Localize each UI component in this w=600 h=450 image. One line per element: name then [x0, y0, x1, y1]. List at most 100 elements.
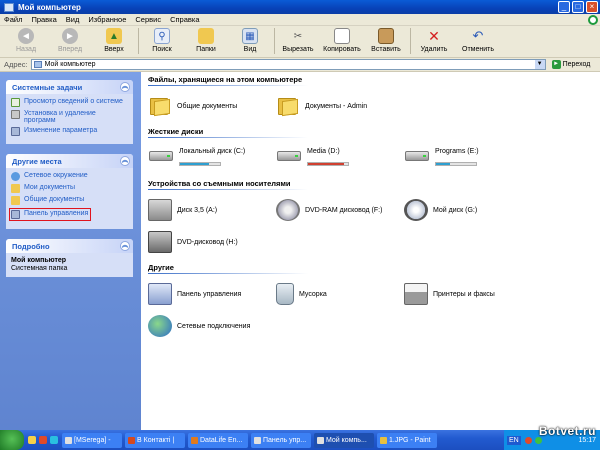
app-icon — [65, 436, 72, 444]
copy-icon — [334, 28, 350, 44]
item-my-disk-g[interactable]: Мой диск (G:) — [404, 196, 532, 224]
item-control-panel[interactable]: Панель управления — [148, 280, 276, 308]
hard-disk-icon — [404, 146, 430, 168]
title-bar: Мой компьютер _ □ × — [0, 0, 600, 14]
shared-documents-icon — [11, 196, 20, 205]
start-button[interactable] — [0, 430, 24, 450]
undo-button[interactable]: ↶ Отменить — [458, 28, 498, 53]
place-shared-documents[interactable]: Общие документы — [11, 196, 129, 205]
go-button[interactable]: ► Переход — [551, 60, 590, 69]
collapse-chevron-icon[interactable]: ︽ — [120, 82, 130, 92]
up-button[interactable]: ▲ Вверх — [94, 28, 134, 53]
address-input[interactable]: Мой компьютер ▼ — [30, 59, 546, 70]
group-header-removable: Устройства со съемными носителями — [148, 179, 291, 188]
item-printers[interactable]: Принтеры и факсы — [404, 280, 532, 308]
cd-drive-icon — [404, 199, 428, 221]
view-button[interactable]: ▦ Вид — [230, 28, 270, 53]
programs-icon — [11, 110, 20, 119]
task-pane: Системные задачи ︽ Просмотр сведений о с… — [0, 72, 141, 430]
collapse-chevron-icon[interactable]: ︽ — [120, 156, 130, 166]
my-computer-icon — [4, 2, 14, 12]
forward-button[interactable]: ► Вперед — [50, 28, 90, 53]
control-panel-icon — [148, 283, 172, 305]
undo-arrow-icon: ↶ — [472, 28, 484, 43]
item-admin-documents[interactable]: Документы - Admin — [276, 92, 404, 120]
item-drive-e[interactable]: Programs (E:) — [404, 144, 532, 170]
quick-launch-icon[interactable] — [50, 436, 58, 444]
scissors-icon: ✂ — [293, 30, 303, 42]
taskbar: [MSerega] - В Контакті | DataLife En... … — [0, 430, 600, 450]
taskbar-item-active[interactable]: Мой компь... — [314, 432, 374, 448]
taskbar-item[interactable]: 1.JPG - Paint — [377, 432, 437, 448]
item-shared-documents[interactable]: Общие документы — [148, 92, 276, 120]
folder-up-icon: ▲ — [106, 28, 122, 44]
control-panel-small-icon — [11, 210, 20, 219]
collapse-chevron-icon[interactable]: ︽ — [120, 241, 130, 251]
paint-icon — [380, 436, 387, 444]
item-dvd-h[interactable]: DVD-дисковод (H:) — [148, 228, 276, 256]
browser-icon — [191, 436, 198, 444]
task-add-remove-programs[interactable]: Установка и удаление программ — [11, 110, 129, 124]
hard-disk-icon — [276, 146, 302, 168]
delete-x-icon: ✕ — [428, 27, 440, 44]
cut-button[interactable]: ✂ Вырезать — [278, 28, 318, 54]
details-header[interactable]: Подробно ︽ — [6, 239, 133, 253]
details-panel: Подробно ︽ Мой компьютер Системная папка — [6, 239, 133, 277]
dvd-ram-drive-icon — [276, 199, 300, 221]
item-recycle-bin[interactable]: Мусорка — [276, 280, 404, 308]
place-my-documents[interactable]: Мои документы — [11, 184, 129, 193]
task-change-setting[interactable]: Изменение параметра — [11, 127, 129, 136]
chevron-down-icon[interactable]: ▼ — [534, 60, 545, 69]
address-bar: Адрес: Мой компьютер ▼ ► Переход — [0, 58, 600, 72]
item-network-connections[interactable]: Сетевые подключения — [148, 312, 276, 340]
taskbar-item[interactable]: [MSerega] - — [62, 432, 122, 448]
forward-arrow-icon: ► — [62, 28, 78, 44]
back-arrow-icon: ◄ — [18, 28, 34, 44]
tray-icon[interactable] — [524, 436, 532, 444]
item-drive-c[interactable]: Локальный диск (C:) — [148, 144, 276, 170]
task-view-system-info[interactable]: Просмотр сведений о системе — [11, 98, 129, 107]
disk-usage-bar — [179, 162, 221, 166]
clipboard-icon — [378, 28, 394, 44]
quick-launch-icon[interactable] — [39, 436, 47, 444]
content-area: Файлы, хранящиеся на этом компьютере Общ… — [141, 72, 600, 430]
quick-launch — [28, 436, 58, 444]
language-indicator[interactable]: EN — [507, 435, 521, 445]
menu-file[interactable]: Файл — [4, 15, 22, 24]
disk-usage-fill — [180, 163, 209, 165]
network-icon — [11, 172, 20, 181]
place-network[interactable]: Сетевое окружение — [11, 172, 129, 181]
search-button[interactable]: ⚲ Поиск — [142, 28, 182, 53]
place-control-panel[interactable]: Панель управления — [9, 208, 91, 221]
taskbar-item[interactable]: В Контакті | — [125, 432, 185, 448]
quick-launch-icon[interactable] — [28, 436, 36, 444]
minimize-button[interactable]: _ — [558, 1, 570, 13]
other-places-header[interactable]: Другие места ︽ — [6, 154, 133, 168]
system-tasks-panel: Системные задачи ︽ Просмотр сведений о с… — [6, 80, 133, 144]
menu-view[interactable]: Вид — [66, 15, 80, 24]
menu-help[interactable]: Справка — [170, 15, 199, 24]
taskbar-item[interactable]: Панель упр... — [251, 432, 311, 448]
disk-usage-fill — [308, 163, 344, 165]
system-tasks-header[interactable]: Системные задачи ︽ — [6, 80, 133, 94]
network-globe-icon — [148, 315, 172, 337]
taskbar-item[interactable]: DataLife En... — [188, 432, 248, 448]
copy-button[interactable]: Копировать — [322, 28, 362, 53]
control-panel-small-icon — [254, 436, 261, 444]
paste-button[interactable]: Вставить — [366, 28, 406, 53]
close-button[interactable]: × — [586, 1, 598, 13]
item-dvdram-f[interactable]: DVD-RAM дисковод (F:) — [276, 196, 404, 224]
delete-button[interactable]: ✕ Удалить — [414, 27, 454, 54]
maximize-button[interactable]: □ — [572, 1, 584, 13]
menu-favorites[interactable]: Избранное — [88, 15, 126, 24]
back-button[interactable]: ◄ Назад — [6, 28, 46, 53]
folder-icon — [148, 95, 172, 117]
other-places-panel: Другие места ︽ Сетевое окружение Мои док… — [6, 154, 133, 229]
menu-edit[interactable]: Правка — [31, 15, 56, 24]
folders-button[interactable]: Папки — [186, 28, 226, 53]
item-floppy-a[interactable]: Диск 3,5 (A:) — [148, 196, 276, 224]
item-drive-d[interactable]: Media (D:) — [276, 144, 404, 170]
menu-tools[interactable]: Сервис — [135, 15, 161, 24]
disk-usage-fill — [436, 163, 450, 165]
address-value: Мой компьютер — [44, 61, 96, 68]
